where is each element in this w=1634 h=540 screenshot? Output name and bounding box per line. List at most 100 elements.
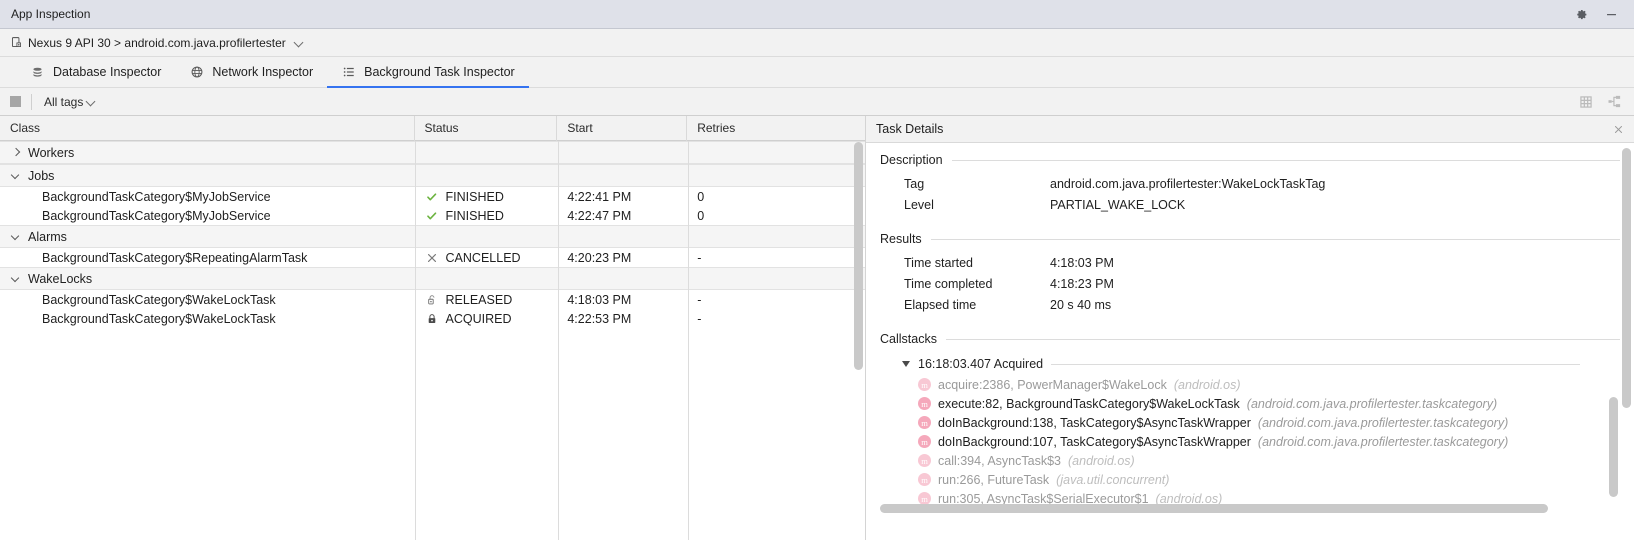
- method-icon: m: [918, 435, 931, 448]
- detail-key: Time completed: [904, 274, 1050, 295]
- status-label: FINISHED: [446, 209, 504, 223]
- stop-square-icon[interactable]: [10, 96, 21, 107]
- globe-icon: [189, 65, 204, 80]
- detail-row-elapsed-time: Elapsed time 20 s 40 ms: [880, 295, 1620, 316]
- column-header-retries[interactable]: Retries: [687, 116, 865, 141]
- frame-package: (android.com.java.profilertester.taskcat…: [1258, 435, 1508, 449]
- callstack-frame[interactable]: m run:266, FutureTask (java.util.concurr…: [880, 470, 1620, 489]
- status-label: RELEASED: [446, 293, 513, 307]
- frame-name: call:394, AsyncTask$3: [938, 454, 1061, 468]
- chevron-down-icon: [10, 231, 22, 243]
- toolbar-divider: [31, 94, 32, 110]
- detail-key: Elapsed time: [904, 295, 1050, 316]
- cell-start: 4:20:23 PM: [557, 248, 687, 267]
- frame-package: (java.util.concurrent): [1056, 473, 1169, 487]
- detail-row-time-started: Time started 4:18:03 PM: [880, 253, 1620, 274]
- table-row[interactable]: BackgroundTaskCategory$WakeLockTask RELE…: [0, 290, 865, 309]
- status-label: CANCELLED: [446, 251, 521, 265]
- cell-status: FINISHED: [415, 206, 558, 225]
- callstack-horizontal-scrollbar[interactable]: [880, 504, 1606, 513]
- group-row-jobs[interactable]: Jobs: [0, 164, 865, 187]
- callstack-frame[interactable]: m doInBackground:107, TaskCategory$Async…: [880, 432, 1620, 451]
- frame-package: (android.com.java.profilertester.taskcat…: [1247, 397, 1497, 411]
- section-label: Description: [880, 153, 943, 167]
- column-header-status[interactable]: Status: [415, 116, 558, 141]
- device-selector-bar[interactable]: Nexus 9 API 30 > android.com.java.profil…: [0, 29, 1634, 57]
- callstack-frame[interactable]: m doInBackground:138, TaskCategory$Async…: [880, 413, 1620, 432]
- graph-view-icon[interactable]: [1606, 94, 1622, 110]
- table-row[interactable]: BackgroundTaskCategory$MyJobService FINI…: [0, 187, 865, 206]
- section-title-results: Results: [880, 232, 1620, 246]
- cell-start: 4:18:03 PM: [557, 290, 687, 309]
- method-icon: m: [918, 454, 931, 467]
- column-header-start[interactable]: Start: [557, 116, 687, 141]
- frame-package: (android.os): [1174, 378, 1241, 392]
- section-rule: [931, 239, 1620, 240]
- window-title: App Inspection: [11, 7, 90, 21]
- task-details-scrollbar[interactable]: [1622, 148, 1631, 408]
- method-icon: m: [918, 473, 931, 486]
- cell-retries: 0: [687, 187, 865, 206]
- chevron-down-icon[interactable]: [295, 38, 304, 47]
- chevron-down-icon: [10, 273, 22, 285]
- group-row-alarms[interactable]: Alarms: [0, 225, 865, 248]
- callstack-frame[interactable]: m call:394, AsyncTask$3 (android.os): [880, 451, 1620, 470]
- cell-class: BackgroundTaskCategory$WakeLockTask: [0, 309, 415, 328]
- table-row[interactable]: BackgroundTaskCategory$RepeatingAlarmTas…: [0, 248, 865, 267]
- scrollbar-thumb[interactable]: [1609, 397, 1618, 497]
- group-row-wakelocks[interactable]: WakeLocks: [0, 267, 865, 290]
- callstack-list: 16:18:03.407 Acquired m acquire:2386, Po…: [880, 353, 1620, 515]
- main-split: Class Status Start Retries Workers Jobs …: [0, 116, 1634, 540]
- frame-name: run:266, FutureTask: [938, 473, 1049, 487]
- cell-retries: -: [687, 248, 865, 267]
- task-table-scrollbar[interactable]: [854, 142, 863, 538]
- x-icon: [426, 251, 439, 264]
- section-title-callstacks: Callstacks: [880, 332, 1620, 346]
- cell-status: ACQUIRED: [415, 309, 558, 328]
- cell-status: FINISHED: [415, 187, 558, 206]
- column-header-class[interactable]: Class: [0, 116, 415, 141]
- tab-database-inspector[interactable]: Database Inspector: [16, 57, 175, 87]
- cell-start: 4:22:53 PM: [557, 309, 687, 328]
- device-icon: [10, 36, 23, 49]
- minimize-icon[interactable]: [1603, 6, 1619, 22]
- all-tags-label: All tags: [44, 95, 83, 109]
- database-icon: [30, 65, 45, 80]
- scrollbar-thumb[interactable]: [880, 504, 1548, 513]
- scrollbar-thumb[interactable]: [1622, 148, 1631, 408]
- table-header-row: Class Status Start Retries: [0, 116, 865, 141]
- group-row-workers[interactable]: Workers: [0, 141, 865, 164]
- section-rule: [952, 160, 1620, 161]
- chevron-right-icon: [10, 147, 22, 159]
- table-row[interactable]: BackgroundTaskCategory$WakeLockTask ACQU…: [0, 309, 865, 328]
- callstack-frame[interactable]: m acquire:2386, PowerManager$WakeLock (a…: [880, 375, 1620, 394]
- cell-class: BackgroundTaskCategory$MyJobService: [0, 206, 415, 225]
- close-icon[interactable]: [1610, 121, 1626, 137]
- cell-start: 4:22:41 PM: [557, 187, 687, 206]
- detail-value: 4:18:23 PM: [1050, 274, 1620, 295]
- lock-closed-icon: [426, 312, 439, 325]
- callstack-frame[interactable]: m execute:82, BackgroundTaskCategory$Wak…: [880, 394, 1620, 413]
- task-details-title: Task Details: [876, 122, 943, 136]
- table-row[interactable]: BackgroundTaskCategory$MyJobService FINI…: [0, 206, 865, 225]
- detail-value: 20 s 40 ms: [1050, 295, 1620, 316]
- method-icon: m: [918, 378, 931, 391]
- tab-network-inspector[interactable]: Network Inspector: [175, 57, 327, 87]
- frame-name: doInBackground:107, TaskCategory$AsyncTa…: [938, 435, 1251, 449]
- check-icon: [426, 190, 439, 203]
- status-label: FINISHED: [446, 190, 504, 204]
- cell-start: 4:22:47 PM: [557, 206, 687, 225]
- table-view-icon[interactable]: [1578, 94, 1594, 110]
- frame-name: execute:82, BackgroundTaskCategory$WakeL…: [938, 397, 1240, 411]
- frame-package: (android.com.java.profilertester.taskcat…: [1258, 416, 1508, 430]
- list-icon: [341, 65, 356, 80]
- all-tags-dropdown[interactable]: All tags: [44, 95, 96, 109]
- window-titlebar: App Inspection: [0, 0, 1634, 29]
- method-icon: m: [918, 416, 931, 429]
- gear-icon[interactable]: [1573, 6, 1589, 22]
- callstack-node[interactable]: 16:18:03.407 Acquired: [880, 353, 1620, 375]
- lock-open-icon: [426, 293, 439, 306]
- scrollbar-thumb[interactable]: [854, 142, 863, 370]
- callstack-vertical-scrollbar[interactable]: [1609, 397, 1618, 509]
- tab-background-task-inspector[interactable]: Background Task Inspector: [327, 57, 529, 87]
